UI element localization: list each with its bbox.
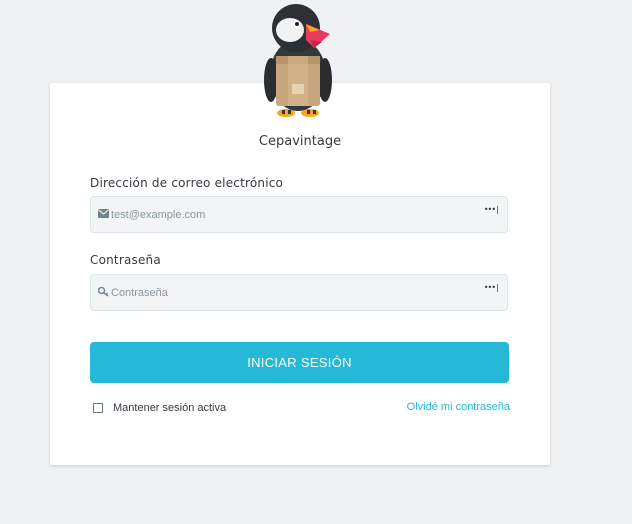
email-input[interactable]: [111, 197, 471, 232]
password-label: Contraseña: [90, 253, 161, 267]
login-submit-button[interactable]: INICIAR SESIÓN: [90, 342, 509, 383]
envelope-icon: [98, 209, 110, 221]
password-input[interactable]: [111, 275, 471, 310]
login-card: Cepavintage Dirección de correo electrón…: [50, 83, 550, 465]
password-manager-icon[interactable]: •••|: [484, 283, 500, 292]
remember-me[interactable]: Mantener sesión activa: [93, 402, 226, 414]
email-field-wrapper: •••|: [90, 196, 508, 233]
shop-name: Cepavintage: [258, 134, 342, 149]
key-icon: [97, 286, 110, 299]
remember-checkbox[interactable]: [93, 403, 103, 413]
puffin-mascot-logo: [264, 4, 332, 117]
forgot-password-link[interactable]: Olvidé mi contraseña: [407, 401, 510, 413]
remember-label: Mantener sesión activa: [113, 402, 227, 414]
password-manager-icon[interactable]: •••|: [484, 205, 500, 214]
password-field-wrapper: •••|: [90, 274, 508, 311]
email-label: Dirección de correo electrónico: [90, 176, 284, 190]
